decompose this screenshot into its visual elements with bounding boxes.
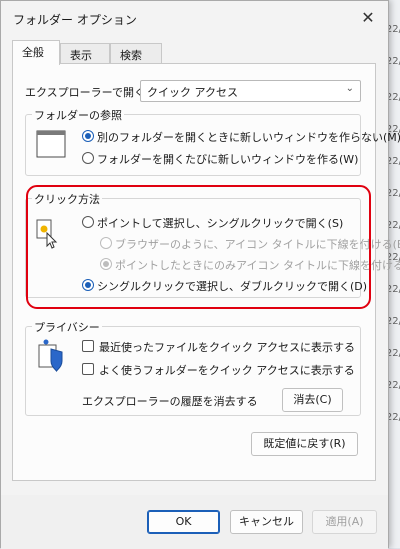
checkbox-recent-files-label[interactable]: 最近使ったファイルをクイック アクセスに表示する: [99, 339, 355, 355]
click-method-group: クリック方法 ポイントして選択し、シングルクリックで開く(S) ブラウザーのよう…: [25, 191, 400, 298]
cancel-button[interactable]: キャンセル: [230, 510, 303, 534]
radio-underline-always-label: ブラウザーのように、アイコン タイトルに下線を付ける(B): [115, 238, 400, 251]
radio-underline-on-point-label: ポイントしたときにのみアイコン タイトルに下線を付ける: [115, 259, 400, 272]
checkbox-recent-files[interactable]: [82, 340, 94, 352]
tab-label: 表示: [70, 49, 92, 62]
radio-same-window[interactable]: [82, 130, 94, 142]
checkbox-frequent-folders-label[interactable]: よく使うフォルダーをクイック アクセスに表示する: [99, 362, 355, 378]
folder-options-dialog: フォルダー オプション ✕ 全般 表示 検索 エクスプローラーで開く: クイック…: [0, 0, 400, 549]
privacy-shield-icon: [38, 339, 63, 373]
tab-search[interactable]: 検索: [110, 43, 162, 64]
tab-label: 全般: [22, 46, 44, 59]
folder-window-icon: [36, 130, 66, 158]
radio-underline-on-point: [100, 258, 112, 270]
radio-same-window-label[interactable]: 別のフォルダーを開くときに新しいウィンドウを作らない(M): [97, 129, 400, 145]
general-tab-panel: エクスプローラーで開く: クイック アクセス ⌄ フォルダーの参照 別のフォルダ…: [12, 63, 400, 481]
open-explorer-dropdown[interactable]: クイック アクセス ⌄: [140, 80, 361, 102]
click-method-title: クリック方法: [32, 191, 102, 207]
dialog-title: フォルダー オプション: [13, 13, 137, 27]
title-bar[interactable]: フォルダー オプション ✕: [1, 1, 388, 35]
dialog-footer: OK キャンセル 適用(A): [1, 495, 388, 549]
radio-double-click-open-label[interactable]: シングルクリックで選択し、ダブルクリックで開く(D): [97, 278, 367, 294]
checkbox-frequent-folders[interactable]: [82, 363, 94, 375]
pointer-click-icon: [36, 219, 58, 249]
close-icon[interactable]: ✕: [356, 6, 380, 30]
clear-history-button[interactable]: 消去(C): [282, 388, 343, 412]
tab-general[interactable]: 全般: [12, 40, 60, 65]
browse-folders-group: フォルダーの参照 別のフォルダーを開くときに新しいウィンドウを作らない(M) フ…: [25, 107, 400, 176]
radio-single-click-open-label[interactable]: ポイントして選択し、シングルクリックで開く(S): [97, 215, 343, 231]
ok-button[interactable]: OK: [147, 510, 220, 534]
privacy-title: プライバシー: [32, 319, 102, 335]
clear-history-label: エクスプローラーの履歴を消去する: [82, 395, 258, 408]
open-explorer-label: エクスプローラーで開く:: [25, 86, 149, 99]
restore-defaults-button[interactable]: 既定値に戻す(R): [251, 432, 358, 456]
apply-button: 適用(A): [312, 510, 377, 534]
radio-underline-always: [100, 237, 112, 249]
open-explorer-value: クイック アクセス: [147, 86, 238, 99]
browse-folders-title: フォルダーの参照: [32, 107, 124, 123]
tab-label: 検索: [120, 49, 142, 62]
privacy-group: プライバシー 最近使ったファイルをクイック アクセスに表示する よく使うフォルダ…: [25, 319, 361, 416]
radio-double-click-open[interactable]: [82, 279, 94, 291]
radio-new-window[interactable]: [82, 152, 94, 164]
radio-new-window-label[interactable]: フォルダーを開くたびに新しいウィンドウを作る(W): [97, 151, 358, 167]
radio-single-click-open[interactable]: [82, 216, 94, 228]
tab-view[interactable]: 表示: [60, 43, 110, 64]
chevron-down-icon: ⌄: [345, 83, 354, 94]
